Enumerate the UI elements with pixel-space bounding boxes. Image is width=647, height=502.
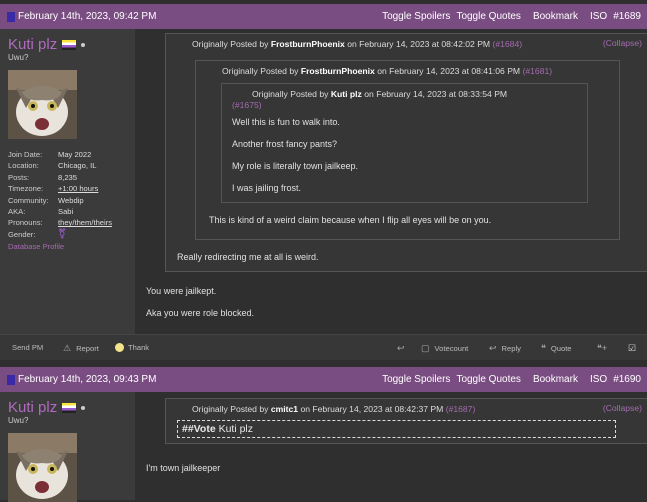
- post-icon: [7, 374, 15, 385]
- timezone-value[interactable]: +1:00 hours: [58, 183, 98, 194]
- quote-inner: Originally Posted by Kuti plz on Februar…: [221, 83, 588, 203]
- toggle-quotes-link[interactable]: Toggle Quotes: [456, 374, 521, 385]
- quote-prefix: Originally Posted by: [252, 89, 329, 99]
- post-1690: February 14th, 2023, 09:43 PM Toggle Spo…: [0, 367, 647, 392]
- nonbinary-flag-icon: [62, 39, 77, 50]
- toggle-quotes-link[interactable]: Toggle Quotes: [456, 11, 521, 22]
- user-title: Uwu?: [8, 416, 29, 425]
- quote-line: Well this is fun to walk into.: [232, 117, 340, 127]
- quote-prefix: Originally Posted by: [192, 39, 269, 49]
- nonbinary-flag-icon: [62, 402, 77, 413]
- post-header: February 14th, 2023, 09:43 PM Toggle Spo…: [0, 367, 647, 392]
- detail-label: Gender:: [8, 229, 36, 239]
- thank-icon: [115, 343, 124, 352]
- post-date: February 14th, 2023, 09:42 PM: [18, 11, 157, 22]
- quote: Originally Posted by cmitc1 on February …: [165, 398, 647, 444]
- multiquote-icon[interactable]: ❝+: [597, 343, 607, 354]
- online-status-icon: [81, 405, 86, 410]
- iso-link[interactable]: ISO: [590, 11, 607, 22]
- detail-label: Posts:: [8, 172, 30, 182]
- post-number-link[interactable]: #1690: [613, 374, 641, 385]
- username-link[interactable]: Kuti plz: [8, 399, 57, 416]
- post-content: Originally Posted by cmitc1 on February …: [135, 392, 647, 500]
- post-body-line: I'm town jailkeeper: [146, 463, 221, 473]
- toggle-spoilers-link[interactable]: Toggle Spoilers: [382, 374, 450, 385]
- quote-author[interactable]: FrostburnPhoenix: [271, 39, 345, 49]
- votecount-button[interactable]: Votecount: [435, 344, 469, 353]
- posts-value: 8,235: [58, 172, 78, 182]
- votecount-icon: ▢: [421, 343, 430, 353]
- aka-value: Sabi: [58, 206, 74, 216]
- post-1689: February 14th, 2023, 09:42 PM Toggle Spo…: [0, 4, 647, 29]
- post-icon: [7, 11, 15, 22]
- collapse-link[interactable]: (Collapse): [603, 38, 642, 48]
- bookmark-link[interactable]: Bookmark: [533, 374, 578, 385]
- quote-ref-link[interactable]: (#1684): [492, 39, 522, 49]
- thank-button[interactable]: Thank: [128, 343, 149, 352]
- pronouns-value[interactable]: they/them/theirs: [58, 217, 112, 228]
- user-title: Uwu?: [8, 53, 29, 62]
- quote-date: on February 14, 2023 at 08:42:02 PM: [347, 39, 491, 49]
- quote-ref-link[interactable]: (#1681): [522, 66, 552, 76]
- post-actions-bar: Send PM ⚠ Report Thank ↩ ▢ Votecount ↩ Repl…: [0, 334, 647, 360]
- detail-label: AKA:: [8, 206, 26, 216]
- post-body-line: Aka you were role blocked.: [146, 308, 255, 318]
- back-arrow-icon[interactable]: ↩: [397, 343, 405, 354]
- avatar[interactable]: [8, 433, 77, 502]
- quote-icon: ❝: [541, 343, 546, 353]
- quote-date: on February 14, 2023 at 08:33:54 PM: [364, 89, 508, 99]
- community-value: Webdip: [58, 195, 84, 205]
- quote-date: on February 14, 2023 at 08:41:06 PM: [377, 66, 521, 76]
- post-number-link[interactable]: #1689: [613, 11, 641, 22]
- quote-author[interactable]: Kuti plz: [331, 89, 362, 99]
- post-body-line: You were jailkept.: [146, 286, 217, 296]
- post-header: February 14th, 2023, 09:42 PM Toggle Spo…: [0, 4, 647, 29]
- detail-label: Join Date:: [8, 150, 43, 159]
- detail-label: Pronouns:: [8, 218, 43, 228]
- iso-link[interactable]: ISO: [590, 374, 607, 385]
- quote-date: on February 14, 2023 at 08:42:37 PM: [300, 404, 444, 414]
- quote-ref-link[interactable]: (#1687): [446, 404, 476, 414]
- quote-author[interactable]: FrostburnPhoenix: [301, 66, 375, 76]
- quote-ref-link[interactable]: (#1675): [232, 100, 262, 110]
- join-date-value: May 2022: [58, 150, 92, 159]
- quote-line: I was jailing frost.: [232, 183, 302, 193]
- post-date: February 14th, 2023, 09:43 PM: [18, 374, 157, 385]
- user-sidebar: Kuti plz Uwu? Join Date: May 2022 Locatio…: [0, 29, 135, 334]
- user-sidebar: Kuti plz Uwu?: [0, 392, 135, 502]
- username-link[interactable]: Kuti plz: [8, 36, 57, 53]
- quote-text: This is kind of a weird claim because wh…: [209, 215, 492, 225]
- quote-author[interactable]: cmitc1: [271, 404, 298, 414]
- quote-mid: Originally Posted by FrostburnPhoenix on…: [195, 60, 620, 240]
- quote-line: Another frost fancy pants?: [232, 139, 338, 149]
- quote-button[interactable]: Quote: [551, 344, 572, 353]
- toggle-spoilers-link[interactable]: Toggle Spoilers: [382, 11, 450, 22]
- quote-prefix: Originally Posted by: [192, 404, 269, 414]
- quote-line: My role is literally town jailkeep.: [232, 161, 359, 171]
- report-button[interactable]: Report: [76, 344, 99, 353]
- detail-label: Location:: [8, 161, 39, 171]
- avatar[interactable]: [8, 70, 77, 139]
- warning-icon: ⚠: [63, 343, 72, 353]
- bookmark-link[interactable]: Bookmark: [533, 11, 578, 22]
- online-status-icon: [81, 42, 86, 47]
- quote-outer: Originally Posted by FrostburnPhoenix on…: [165, 33, 647, 272]
- vote-box: ##Vote Kuti plz: [177, 420, 616, 438]
- detail-label: Timezone:: [8, 184, 44, 194]
- vote-tag: ##Vote: [182, 423, 216, 435]
- select-checkbox-icon[interactable]: ☑: [628, 343, 636, 354]
- detail-label: Community:: [8, 195, 49, 205]
- send-pm-button[interactable]: Send PM: [12, 343, 43, 352]
- database-profile-link[interactable]: Database Profile: [8, 242, 135, 251]
- user-details: Join Date: May 2022 Location: Chicago, IL …: [8, 149, 135, 240]
- reply-icon: ↩: [489, 343, 497, 353]
- collapse-link[interactable]: (Collapse): [603, 403, 642, 413]
- reply-button[interactable]: Reply: [502, 344, 521, 353]
- location-value: Chicago, IL: [58, 161, 97, 171]
- gender-icon: ⚧: [58, 228, 67, 240]
- vote-target: Kuti plz: [218, 423, 254, 435]
- post-content: Originally Posted by FrostburnPhoenix on…: [135, 29, 647, 334]
- quote-prefix: Originally Posted by: [222, 66, 299, 76]
- quote-text: Really redirecting me at all is weird.: [177, 252, 319, 262]
